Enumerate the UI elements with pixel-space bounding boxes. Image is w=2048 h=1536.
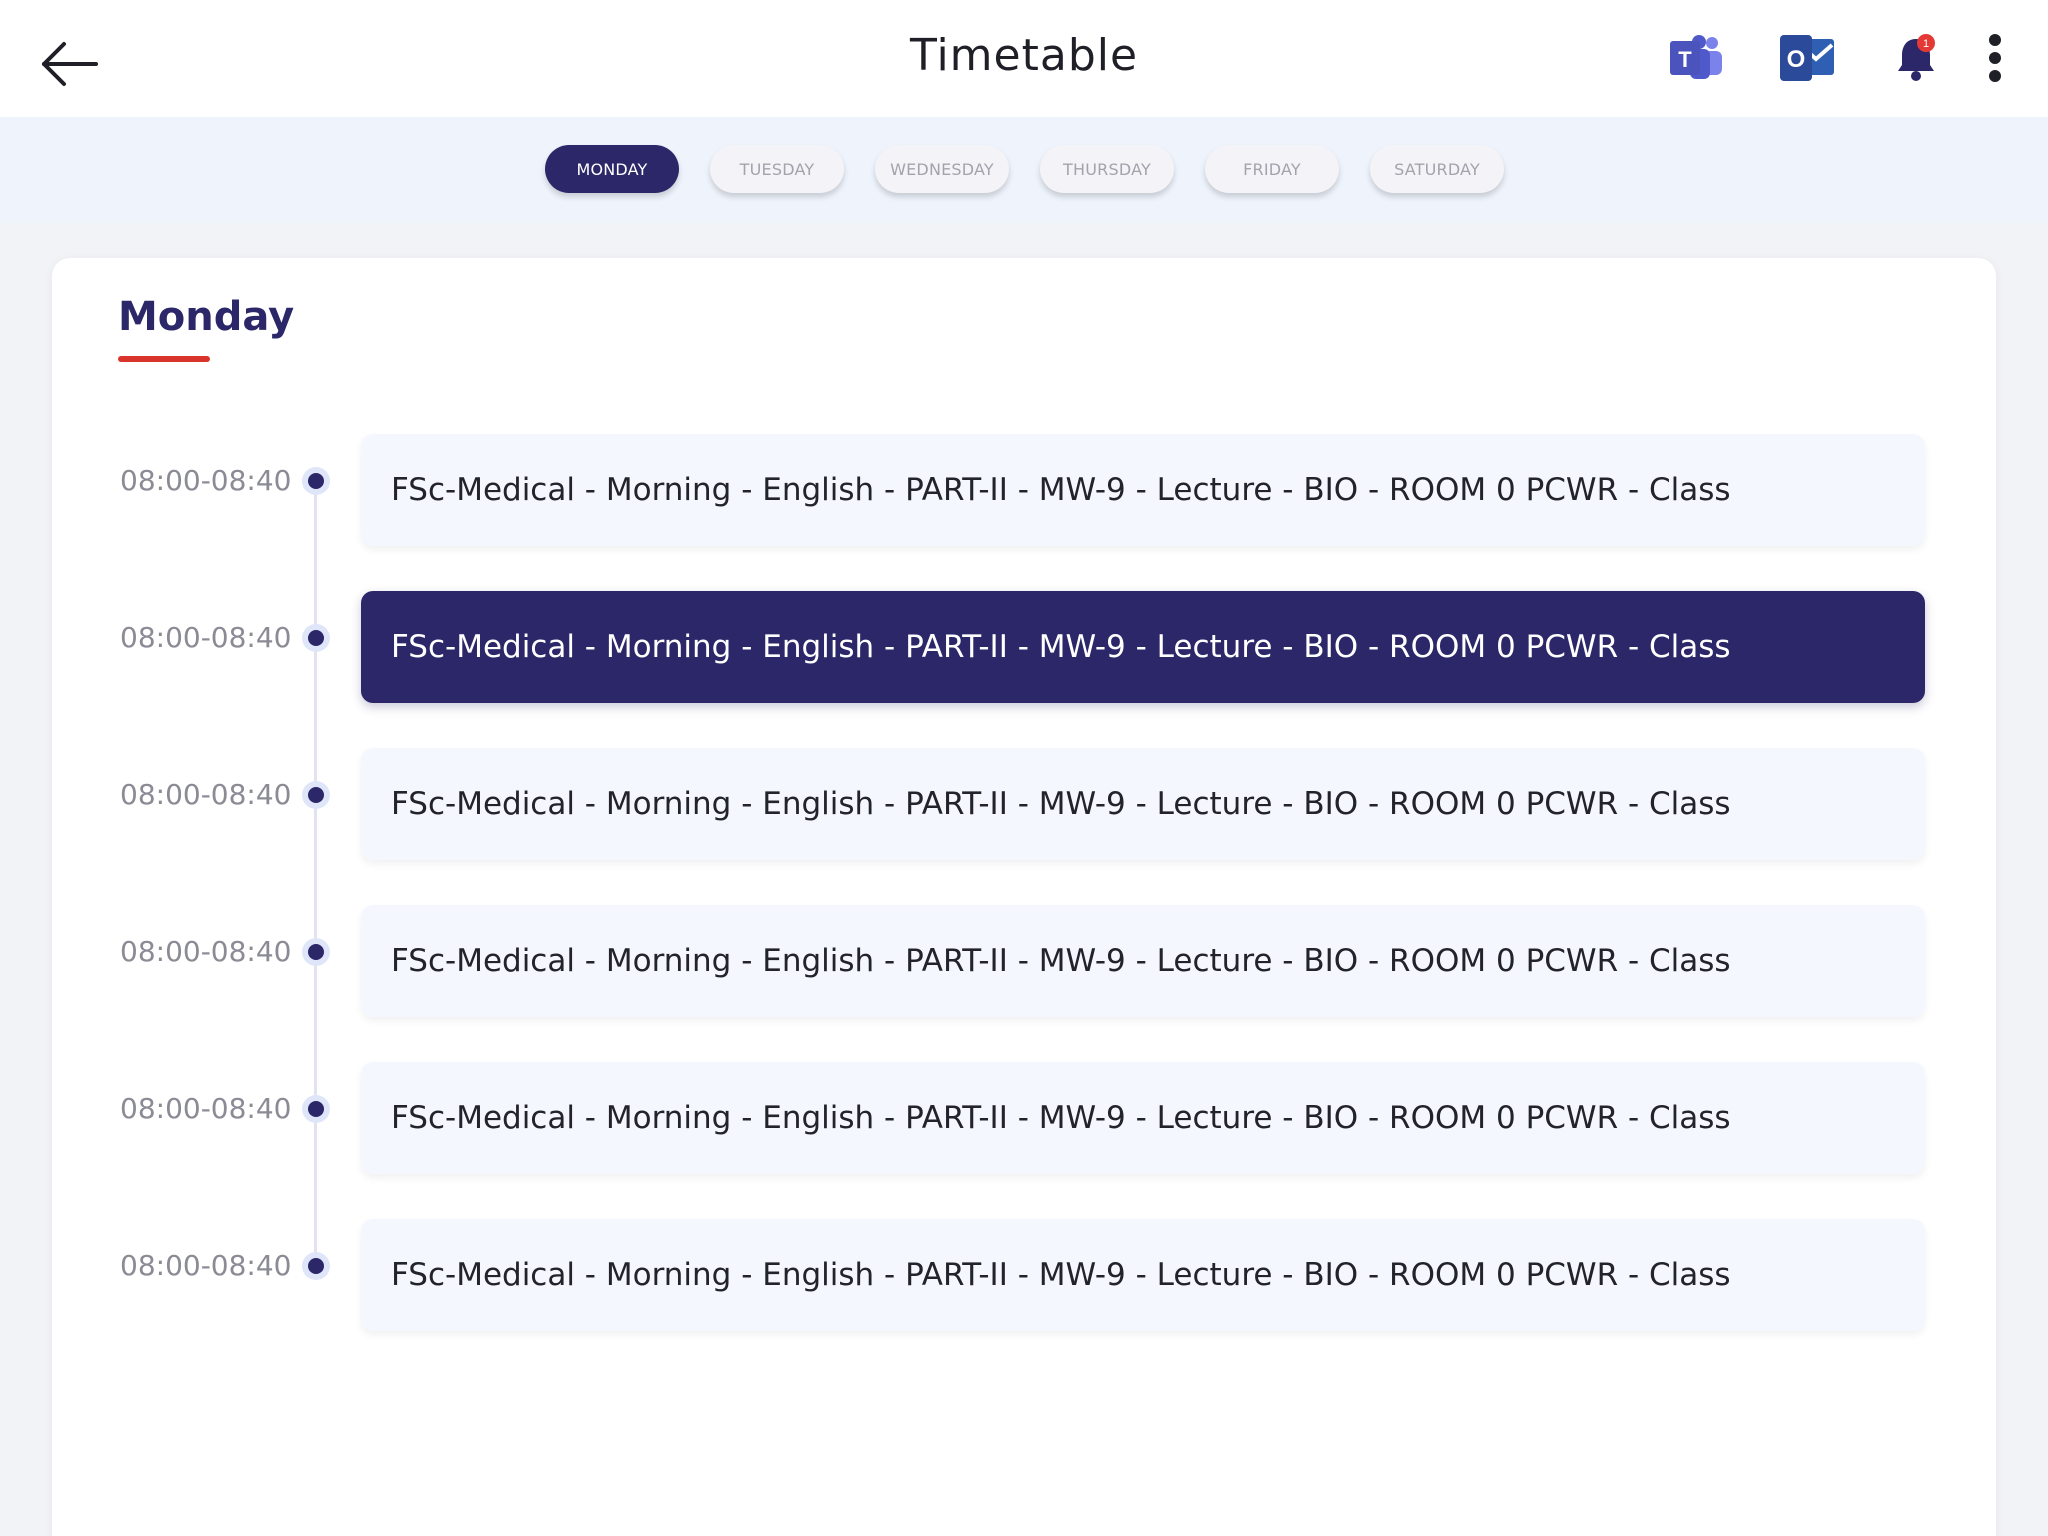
tab-monday[interactable]: MONDAY xyxy=(545,145,679,193)
class-slot-card[interactable]: FSc-Medical - Morning - English - PART-I… xyxy=(361,1219,1925,1331)
class-slot-card[interactable]: FSc-Medical - Morning - English - PART-I… xyxy=(361,748,1925,860)
teams-icon[interactable]: T xyxy=(1668,30,1726,86)
timetable-screen: Timetable T O 1 MONDAY TUESDAY WEDNESDAY… xyxy=(0,0,2048,1536)
day-heading: Monday xyxy=(118,294,295,340)
heading-underline xyxy=(118,356,210,362)
class-slot-card[interactable]: FSc-Medical - Morning - English - PART-I… xyxy=(361,434,1925,546)
tab-wednesday[interactable]: WEDNESDAY xyxy=(875,145,1009,193)
bell-icon[interactable]: 1 xyxy=(1894,30,1938,86)
timetable-card: Monday 08:00-08:40 FSc-Medical - Morning… xyxy=(52,258,1996,1536)
more-vert-icon[interactable] xyxy=(1980,30,2010,86)
tab-tuesday[interactable]: TUESDAY xyxy=(710,145,844,193)
class-slot-card[interactable]: FSc-Medical - Morning - English - PART-I… xyxy=(361,905,1925,1017)
timeline-dot xyxy=(302,938,330,966)
class-slot-card-selected[interactable]: FSc-Medical - Morning - English - PART-I… xyxy=(361,591,1925,703)
class-slot-card[interactable]: FSc-Medical - Morning - English - PART-I… xyxy=(361,1062,1925,1174)
timeline-dot xyxy=(302,1252,330,1280)
tab-friday[interactable]: FRIDAY xyxy=(1205,145,1339,193)
timeline-dot xyxy=(302,1095,330,1123)
outlook-letter: O xyxy=(1787,46,1806,73)
top-app-bar: Timetable T O 1 xyxy=(0,0,2048,117)
outlook-icon[interactable]: O xyxy=(1778,30,1836,86)
page-title: Timetable xyxy=(909,30,1139,81)
notification-badge: 1 xyxy=(1923,38,1929,50)
tab-saturday[interactable]: SATURDAY xyxy=(1370,145,1504,193)
timeline-dot xyxy=(302,624,330,652)
tab-thursday[interactable]: THURSDAY xyxy=(1040,145,1174,193)
teams-letter: T xyxy=(1678,47,1692,72)
day-selector: MONDAY TUESDAY WEDNESDAY THURSDAY FRIDAY… xyxy=(0,117,2048,223)
timeline-dot xyxy=(302,467,330,495)
timeline-line xyxy=(314,482,317,1272)
timeline-dot xyxy=(302,781,330,809)
